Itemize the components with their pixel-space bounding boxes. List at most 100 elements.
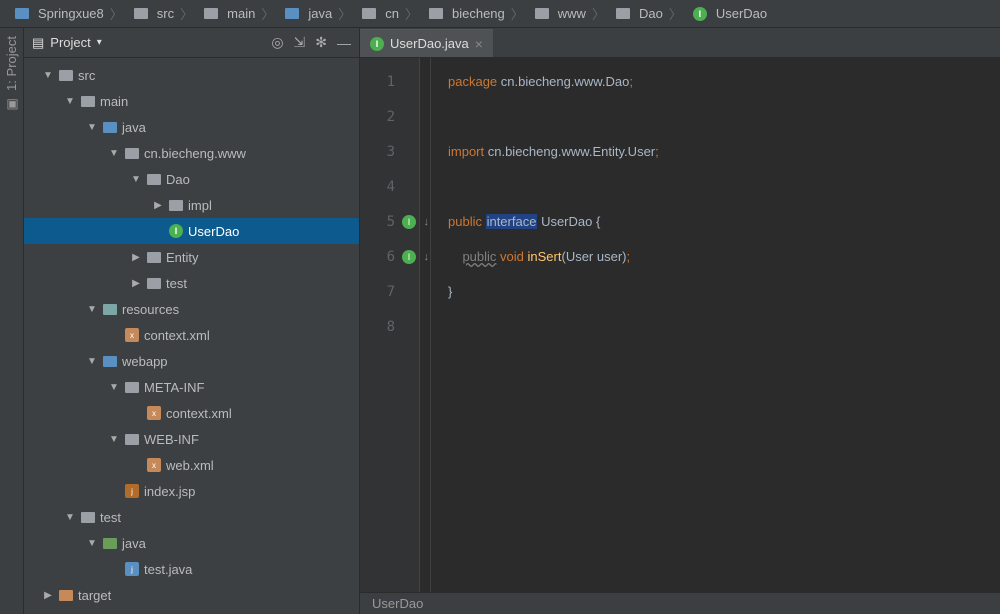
tree-item[interactable]: ▶ Entity	[24, 244, 359, 270]
tree-item[interactable]: xweb.xml	[24, 452, 359, 478]
tree-item-label: main	[100, 94, 128, 109]
breadcrumb-label: java	[308, 6, 332, 21]
tree-item[interactable]: ▼ webapp	[24, 348, 359, 374]
tree-item[interactable]: ▼java	[24, 114, 359, 140]
implements-marker-icon[interactable]: I	[402, 215, 416, 229]
breadcrumb-label: www	[558, 6, 586, 21]
code-line[interactable]: import cn.biecheng.www.Entity.User;	[448, 134, 1000, 169]
folder-icon	[362, 8, 376, 19]
tree-item[interactable]: ▶ impl	[24, 192, 359, 218]
code-content[interactable]: package cn.biecheng.www.Dao; import cn.bi…	[420, 58, 1000, 614]
line-number: 6I↓	[360, 239, 419, 274]
tree-arrow-icon[interactable]: ▼	[86, 538, 98, 549]
tab-userdao[interactable]: I UserDao.java ×	[360, 29, 493, 57]
breadcrumb-item[interactable]: src	[125, 6, 178, 22]
code-line[interactable]	[448, 169, 1000, 204]
code-line[interactable]	[448, 309, 1000, 344]
breadcrumb-item[interactable]: cn	[353, 6, 403, 22]
java-file-icon: j	[125, 562, 139, 576]
tree-item[interactable]: ▼resources	[24, 296, 359, 322]
chevron-right-icon: 〉	[336, 4, 353, 23]
tree-item[interactable]: xcontext.xml	[24, 400, 359, 426]
breadcrumb-item[interactable]: Dao	[607, 6, 667, 22]
breadcrumb-item[interactable]: www	[526, 6, 590, 22]
close-icon[interactable]: ×	[475, 36, 483, 52]
project-tool-button[interactable]: ▣ 1: Project	[0, 28, 23, 120]
chevron-right-icon: 〉	[590, 4, 607, 23]
tree-item[interactable]: ▼ Dao	[24, 166, 359, 192]
tree-arrow-icon[interactable]: ▼	[86, 304, 98, 315]
tree-item[interactable]: jindex.jsp	[24, 478, 359, 504]
breadcrumb-item[interactable]: biecheng	[420, 6, 509, 22]
tab-label: UserDao.java	[390, 36, 469, 51]
tree-arrow-icon[interactable]: ▼	[108, 382, 120, 393]
folder-icon	[429, 8, 443, 19]
line-number: 5I↓	[360, 204, 419, 239]
tree-item[interactable]: ▶target	[24, 582, 359, 608]
tree-arrow-icon[interactable]: ▶	[152, 200, 164, 211]
folder-icon	[81, 96, 95, 107]
breadcrumb-item[interactable]: IUserDao	[684, 6, 771, 22]
tree-item[interactable]: ▶test	[24, 270, 359, 296]
breadcrumb-label: main	[227, 6, 255, 21]
tree-item-label: WEB-INF	[144, 432, 199, 447]
editor-status-breadcrumb[interactable]: UserDao	[360, 592, 1000, 614]
tree-arrow-icon[interactable]: ▼	[42, 70, 54, 81]
code-line[interactable]: }	[448, 274, 1000, 309]
tree-arrow-icon[interactable]: ▶	[130, 252, 142, 263]
project-tree[interactable]: ▼src▼main▼java▼cn.biecheng.www▼Dao▶implI…	[24, 58, 359, 614]
tree-arrow-icon[interactable]: ▼	[64, 512, 76, 523]
tree-item-label: UserDao	[188, 224, 239, 239]
tree-item[interactable]: ▼ main	[24, 88, 359, 114]
code-line[interactable]	[448, 99, 1000, 134]
gear-icon[interactable]: ✻	[315, 34, 327, 51]
tree-item[interactable]: ▼cn.biecheng.www	[24, 140, 359, 166]
code-line[interactable]: public void inSert(User user);	[448, 239, 1000, 274]
tree-item[interactable]: ▼ test	[24, 504, 359, 530]
editor-body[interactable]: 12345I↓6I↓78 package cn.biecheng.www.Dao…	[360, 58, 1000, 614]
folder-icon	[125, 434, 139, 445]
line-gutter: 12345I↓6I↓78	[360, 58, 420, 614]
tree-item[interactable]: xcontext.xml	[24, 322, 359, 348]
tree-item[interactable]: ▼ WEB-INF	[24, 426, 359, 452]
tree-arrow-icon[interactable]: ▼	[64, 96, 76, 107]
folder-icon	[59, 70, 73, 81]
tree-arrow-icon[interactable]: ▼	[108, 434, 120, 445]
tree-item[interactable]: IUserDao	[24, 218, 359, 244]
tree-arrow-icon[interactable]: ▼	[108, 148, 120, 159]
tree-item-label: Entity	[166, 250, 199, 265]
code-line[interactable]: public interface UserDao {	[448, 204, 1000, 239]
tree-item[interactable]: ▼java	[24, 530, 359, 556]
tree-item[interactable]: ▼ META-INF	[24, 374, 359, 400]
tree-item-label: META-INF	[144, 380, 204, 395]
folder-icon	[204, 8, 218, 19]
tree-item-label: webapp	[122, 354, 168, 369]
folder-icon	[103, 122, 117, 133]
hide-icon[interactable]: —	[337, 35, 351, 51]
breadcrumb-item[interactable]: main	[195, 6, 259, 22]
folder-icon	[169, 200, 183, 211]
code-line[interactable]: package cn.biecheng.www.Dao;	[448, 64, 1000, 99]
locate-icon[interactable]: ◎	[271, 34, 283, 51]
line-number: 3	[360, 134, 419, 169]
tree-arrow-icon[interactable]: ▶	[130, 278, 142, 289]
breadcrumb-item[interactable]: java	[276, 6, 336, 22]
breadcrumb-item[interactable]: Springxue8	[6, 6, 108, 22]
tree-item[interactable]: ▼src	[24, 62, 359, 88]
tree-arrow-icon[interactable]: ▶	[42, 590, 54, 601]
line-number: 2	[360, 99, 419, 134]
left-tool-gutter[interactable]: ▣ 1: Project	[0, 28, 24, 614]
interface-icon: I	[693, 7, 707, 21]
tree-arrow-icon[interactable]: ▼	[130, 174, 142, 185]
tree-arrow-icon[interactable]: ▼	[86, 122, 98, 133]
tree-item-label: Dao	[166, 172, 190, 187]
tree-arrow-icon[interactable]: ▼	[86, 356, 98, 367]
tree-item-label: test	[100, 510, 121, 525]
implements-marker-icon[interactable]: I	[402, 250, 416, 264]
project-panel-title[interactable]: ▤ Project ▾	[32, 35, 265, 51]
tree-item-label: impl	[188, 198, 212, 213]
project-panel-header: ▤ Project ▾ ◎ ⇲ ✻ —	[24, 28, 359, 58]
xml-file-icon: x	[147, 458, 161, 472]
collapse-icon[interactable]: ⇲	[294, 34, 306, 51]
tree-item[interactable]: jtest.java	[24, 556, 359, 582]
